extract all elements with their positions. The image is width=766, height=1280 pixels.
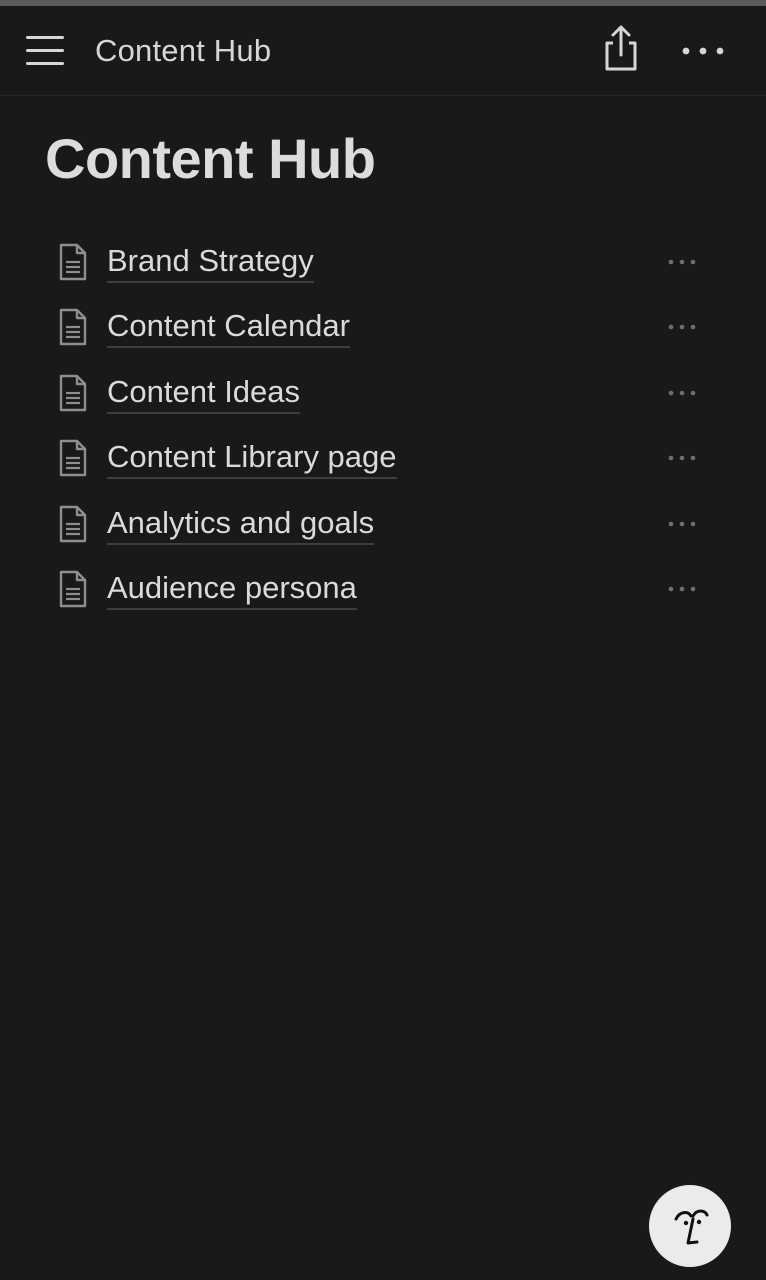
menu-icon xyxy=(26,36,64,65)
list-item[interactable]: Brand Strategy xyxy=(0,228,766,293)
list-item[interactable]: Content Ideas xyxy=(0,359,766,424)
more-horizontal-icon[interactable] xyxy=(662,383,702,403)
more-horizontal-icon xyxy=(682,47,724,55)
list-item[interactable]: Content Calendar xyxy=(0,293,766,358)
header-title: Content Hub xyxy=(95,33,272,68)
page-link-label[interactable]: Content Ideas xyxy=(107,373,301,414)
app-screen: Content Hub Content Hub Brand Strategy C… xyxy=(0,0,766,1280)
page-link-label[interactable]: Brand Strategy xyxy=(107,242,314,283)
more-horizontal-icon[interactable] xyxy=(662,252,702,272)
document-icon xyxy=(59,570,87,608)
more-options-button[interactable] xyxy=(680,36,726,66)
ai-assistant-button[interactable] xyxy=(647,1183,733,1269)
document-icon xyxy=(59,243,87,281)
document-icon xyxy=(59,374,87,411)
page-link-label[interactable]: Content Library page xyxy=(107,438,397,480)
more-horizontal-icon[interactable] xyxy=(662,514,702,534)
more-horizontal-icon[interactable] xyxy=(662,448,702,468)
more-horizontal-icon[interactable] xyxy=(662,317,702,337)
list-item[interactable]: Analytics and goals xyxy=(0,490,766,555)
document-icon xyxy=(59,439,87,477)
ai-face-icon xyxy=(674,1209,709,1245)
list-item[interactable]: Audience persona xyxy=(0,555,766,620)
page-title: Content Hub xyxy=(45,127,376,190)
page-link-label[interactable]: Audience persona xyxy=(107,569,357,610)
list-item[interactable]: Content Library page xyxy=(0,424,766,489)
document-icon xyxy=(59,309,87,346)
share-icon xyxy=(605,25,637,71)
more-horizontal-icon[interactable] xyxy=(662,579,702,599)
document-icon xyxy=(59,505,87,542)
top-bar: Content Hub xyxy=(0,6,766,96)
subpage-list: Brand Strategy Content Calendar Content … xyxy=(0,228,766,620)
menu-button[interactable] xyxy=(24,32,66,72)
page-link-label[interactable]: Analytics and goals xyxy=(107,504,375,545)
share-button[interactable] xyxy=(600,24,642,74)
page-link-label[interactable]: Content Calendar xyxy=(107,307,350,349)
